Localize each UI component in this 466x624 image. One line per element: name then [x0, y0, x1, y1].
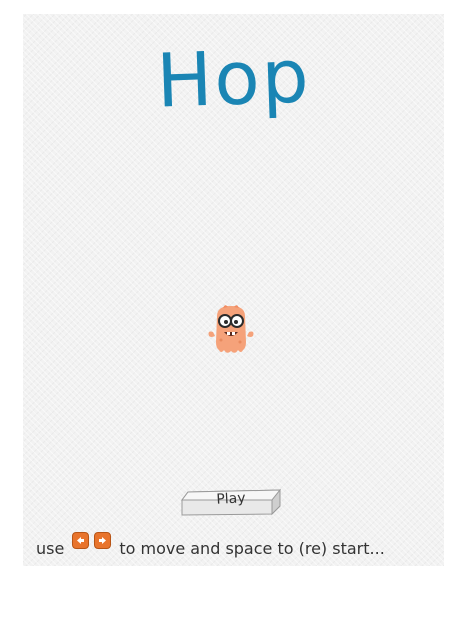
instructions-prefix: use: [36, 539, 65, 558]
monster-character-icon: [207, 302, 255, 360]
instructions: use to move and space to (re) start...: [36, 532, 436, 562]
left-arrow-key-icon: [72, 532, 90, 549]
play-button[interactable]: Play: [180, 488, 282, 516]
page: Hop Play use to move and space to (re) s…: [0, 0, 466, 624]
instructions-suffix: to move and space to (re) start...: [119, 539, 385, 558]
game-title: Hop: [155, 33, 312, 125]
right-arrow-key-icon: [94, 532, 112, 549]
game-area[interactable]: Hop Play use to move and space to (re) s…: [23, 14, 444, 566]
